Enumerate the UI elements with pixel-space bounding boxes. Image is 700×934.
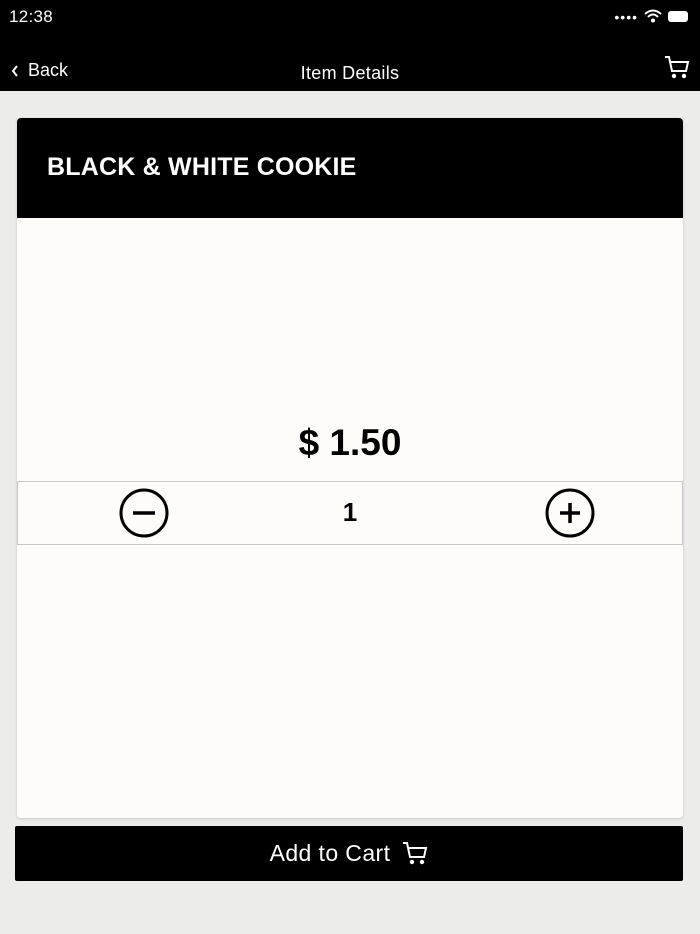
cart-button[interactable]: [664, 55, 690, 86]
status-time: 12:38: [9, 7, 54, 26]
add-to-cart-button[interactable]: Add to Cart: [15, 826, 683, 881]
battery-icon: [668, 10, 688, 22]
increment-button[interactable]: [545, 488, 595, 538]
item-price: $ 1.50: [298, 422, 402, 463]
status-icons: ••••: [614, 9, 688, 25]
quantity-stepper: 1: [17, 481, 683, 545]
item-header: BLACK & WHITE COOKIE: [17, 118, 683, 218]
item-title: BLACK & WHITE COOKIE: [47, 153, 357, 181]
cart-icon: [665, 56, 690, 79]
signal-dots-icon: ••••: [614, 9, 638, 25]
wifi-icon: [644, 9, 662, 23]
cart-icon: [403, 841, 428, 864]
page-title: Item Details: [300, 63, 400, 83]
plus-circle-icon: [545, 488, 595, 538]
add-to-cart-label: Add to Cart: [269, 840, 391, 866]
item-card: BLACK & WHITE COOKIE $ 1.50 1: [17, 118, 683, 818]
app-header: 12:38 •••• Back Item Details: [0, 0, 700, 91]
